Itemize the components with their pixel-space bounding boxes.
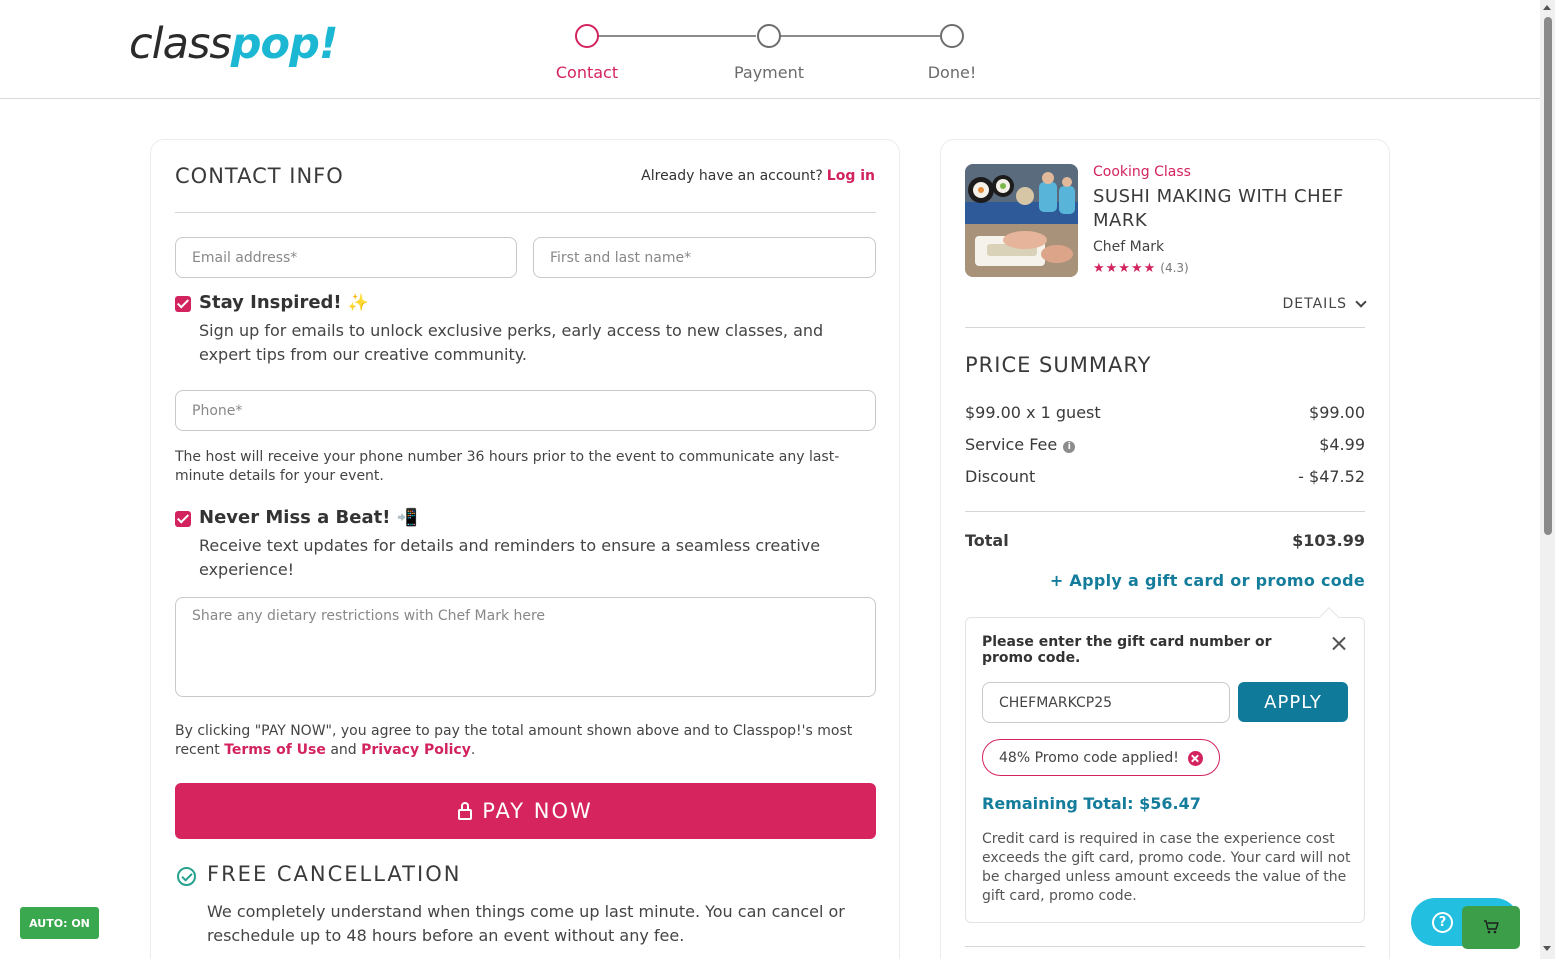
login-link[interactable]: Log in bbox=[827, 168, 875, 184]
step-dot-payment bbox=[757, 24, 781, 48]
promo-applied-chip: 48% Promo code applied! bbox=[982, 739, 1220, 776]
price-total: Total $103.99 bbox=[965, 531, 1365, 550]
phone-note: The host will receive your phone number … bbox=[175, 449, 840, 484]
contact-card: CONTACT INFO Already have an account? Log… bbox=[150, 139, 900, 959]
never-miss-option: Never Miss a Beat! 📲 Receive text updates… bbox=[175, 507, 875, 587]
info-icon[interactable]: i bbox=[1063, 441, 1076, 453]
scroll-up-icon[interactable] bbox=[1543, 5, 1551, 10]
divider bbox=[965, 327, 1365, 328]
step-label-done: Done! bbox=[927, 63, 977, 82]
class-category: Cooking Class bbox=[1093, 164, 1191, 180]
star-icons: ★★★★★ bbox=[1093, 261, 1157, 276]
divider bbox=[965, 946, 1365, 947]
never-miss-title: Never Miss a Beat! 📲 bbox=[199, 507, 418, 528]
promo-code-panel: Please enter the gift card number or pro… bbox=[965, 607, 1365, 923]
price-line-value: $4.99 bbox=[1319, 435, 1365, 454]
top-header: classpop! Contact Payment Done! bbox=[0, 0, 1540, 99]
close-icon[interactable] bbox=[1332, 636, 1346, 650]
price-line-label: Discount bbox=[965, 467, 1036, 486]
divider bbox=[175, 212, 876, 213]
class-thumbnail bbox=[965, 164, 1078, 277]
popover-caret bbox=[1319, 607, 1339, 627]
contact-info-title: CONTACT INFO bbox=[175, 164, 344, 188]
free-cancellation-title: FREE CANCELLATION bbox=[207, 862, 462, 886]
step-label-contact: Contact bbox=[555, 63, 619, 82]
logo-part-2: pop! bbox=[230, 19, 339, 69]
stay-inspired-title-text: Stay Inspired! bbox=[199, 292, 342, 313]
step-dot-contact bbox=[575, 24, 599, 48]
terms-end: . bbox=[470, 742, 476, 758]
pay-now-label: PAY NOW bbox=[482, 799, 593, 823]
promo-prompt: Please enter the gift card number or pro… bbox=[982, 634, 1272, 666]
stay-inspired-option: Stay Inspired! ✨ Sign up for emails to un… bbox=[175, 292, 875, 372]
cart-button[interactable] bbox=[1462, 906, 1520, 949]
cart-icon bbox=[1484, 920, 1499, 934]
class-title[interactable]: SUSHI MAKING WITH CHEF MARK bbox=[1093, 185, 1363, 233]
dietary-restrictions-textarea[interactable]: Share any dietary restrictions with Chef… bbox=[175, 597, 876, 697]
stay-inspired-description: Sign up for emails to unlock exclusive p… bbox=[199, 321, 824, 364]
name-field[interactable]: First and last name* bbox=[533, 237, 876, 278]
free-cancellation-description: We completely understand when things com… bbox=[207, 902, 845, 945]
step-connector bbox=[598, 35, 756, 37]
price-line-discount: Discount - $47.52 bbox=[965, 467, 1365, 486]
price-line-guests: $99.00 x 1 guest $99.00 bbox=[965, 403, 1365, 422]
total-label: Total bbox=[965, 531, 1009, 550]
remaining-total: Remaining Total: $56.47 bbox=[982, 794, 1201, 813]
never-miss-title-text: Never Miss a Beat! bbox=[199, 507, 391, 528]
step-label-payment: Payment bbox=[733, 63, 805, 82]
price-line-label: Service Fee bbox=[965, 435, 1058, 454]
stay-inspired-title: Stay Inspired! ✨ bbox=[199, 292, 369, 313]
step-dot-done bbox=[940, 24, 964, 48]
apply-button[interactable]: APPLY bbox=[1238, 682, 1348, 722]
phone-arrow-icon: 📲 bbox=[396, 508, 418, 528]
promo-applied-text: 48% Promo code applied! bbox=[999, 749, 1179, 766]
scroll-down-icon[interactable] bbox=[1543, 946, 1551, 951]
scrollbar-thumb[interactable] bbox=[1544, 17, 1552, 535]
help-icon: ? bbox=[1432, 912, 1453, 933]
phone-field[interactable]: Phone* bbox=[175, 390, 876, 431]
auto-badge[interactable]: AUTO: ON bbox=[20, 907, 99, 939]
total-value: $103.99 bbox=[1292, 531, 1365, 550]
check-circle-icon bbox=[177, 867, 196, 886]
step-connector bbox=[780, 35, 940, 37]
pay-now-button[interactable]: PAY NOW bbox=[175, 783, 876, 839]
remove-promo-icon[interactable] bbox=[1187, 751, 1203, 766]
terms-and: and bbox=[330, 742, 357, 758]
stay-inspired-checkbox[interactable] bbox=[175, 296, 191, 312]
price-line-value: $99.00 bbox=[1309, 403, 1365, 422]
rating-value: (4.3) bbox=[1160, 261, 1189, 275]
chef-name[interactable]: Chef Mark bbox=[1093, 239, 1164, 255]
details-label: DETAILS bbox=[1282, 296, 1347, 312]
promo-code-input[interactable]: CHEFMARKCP25 bbox=[982, 682, 1230, 723]
privacy-policy-link[interactable]: Privacy Policy bbox=[361, 742, 471, 758]
credit-card-note: Credit card is required in case the expe… bbox=[982, 831, 1351, 904]
price-line-value: - $47.52 bbox=[1298, 467, 1365, 486]
never-miss-description: Receive text updates for details and rem… bbox=[199, 536, 821, 579]
email-field[interactable]: Email address* bbox=[175, 237, 517, 278]
checkout-progress: Contact Payment Done! bbox=[556, 24, 986, 84]
account-prompt: Already have an account? Log in bbox=[641, 168, 875, 184]
terms-of-use-link[interactable]: Terms of Use bbox=[224, 742, 326, 758]
rating-stars: ★★★★★ (4.3) bbox=[1093, 261, 1189, 276]
logo-part-1: class bbox=[129, 19, 232, 69]
never-miss-checkbox[interactable] bbox=[175, 511, 191, 527]
terms-note: By clicking "PAY NOW", you agree to pay … bbox=[175, 722, 875, 760]
sparkles-icon: ✨ bbox=[347, 293, 369, 313]
account-prompt-text: Already have an account? bbox=[641, 168, 823, 184]
price-summary-title: PRICE SUMMARY bbox=[965, 353, 1152, 377]
apply-promo-link[interactable]: + Apply a gift card or promo code bbox=[1050, 571, 1365, 590]
price-line-service-fee: Service Fee i $4.99 bbox=[965, 435, 1365, 454]
details-toggle[interactable]: DETAILS bbox=[1282, 296, 1367, 312]
lock-icon bbox=[458, 802, 473, 820]
classpop-logo[interactable]: classpop! bbox=[129, 18, 339, 70]
divider bbox=[965, 511, 1365, 512]
page-scrollbar[interactable] bbox=[1540, 0, 1555, 959]
chevron-down-icon bbox=[1355, 296, 1367, 308]
price-line-label: $99.00 x 1 guest bbox=[965, 403, 1101, 422]
order-summary-card: Cooking Class SUSHI MAKING WITH CHEF MAR… bbox=[940, 139, 1390, 959]
